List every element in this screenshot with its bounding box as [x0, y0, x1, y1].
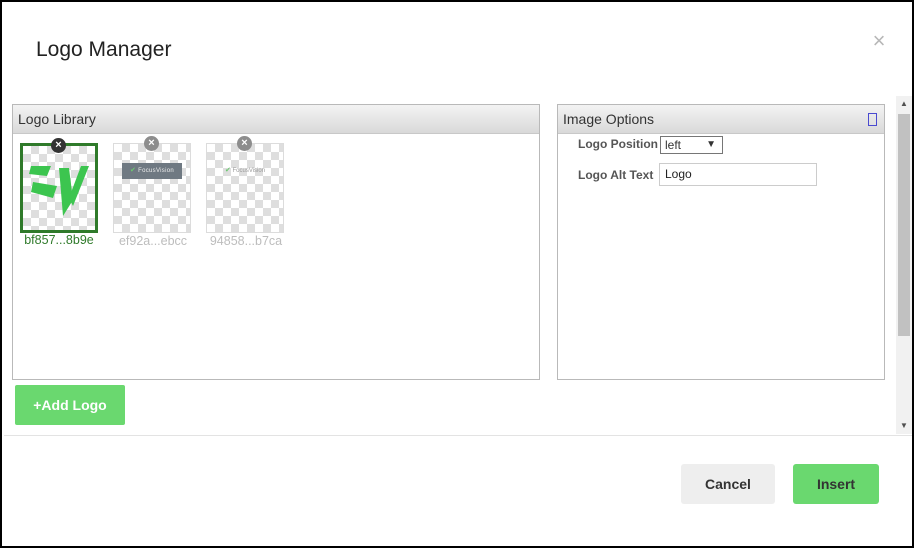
check-mark-icon: ✔ — [129, 167, 137, 174]
dialog-body: Logo Library × bf857...8b9e × ✔ FocusVis… — [4, 96, 912, 436]
focusvision-logo-mark-icon — [29, 166, 89, 216]
logo-library-panel: Logo Library × bf857...8b9e × ✔ FocusVis… — [12, 104, 540, 380]
close-icon[interactable]: × — [870, 30, 888, 52]
dropdown-arrow-icon: ▼ — [706, 139, 716, 150]
scroll-up-icon[interactable]: ▲ — [896, 96, 912, 112]
brand-text: FocusVision — [138, 168, 174, 174]
cancel-button[interactable]: Cancel — [681, 464, 775, 504]
logo-caption: ef92a...ebcc — [118, 234, 188, 248]
logo-thumbnail-2[interactable]: × ✔ FocusVision ef92a...ebcc — [113, 136, 191, 248]
brand-text: FocusVision — [232, 168, 266, 174]
logo-manager-dialog: Logo Manager × Logo Library × bf857...8b… — [0, 0, 914, 548]
check-mark-icon: ✔ — [224, 167, 231, 174]
logo-thumbnail-3[interactable]: × ✔ FocusVision 94858...b7ca — [206, 136, 284, 248]
logo-position-select[interactable]: left ▼ — [660, 136, 723, 154]
insert-button[interactable]: Insert — [793, 464, 879, 504]
logo-alt-text-input[interactable]: Logo — [659, 163, 817, 186]
scroll-down-icon[interactable]: ▼ — [896, 418, 912, 434]
delete-logo-icon[interactable]: × — [144, 136, 159, 151]
scroll-thumb[interactable] — [898, 114, 910, 336]
logo-caption: bf857...8b9e — [24, 233, 94, 247]
image-options-panel: Image Options Logo Position left ▼ Logo … — [557, 104, 885, 380]
expand-panel-icon[interactable] — [868, 113, 877, 126]
logo-library-header: Logo Library — [13, 105, 539, 134]
image-options-title: Image Options — [563, 111, 655, 127]
dialog-title: Logo Manager — [36, 38, 172, 61]
image-options-header: Image Options — [558, 105, 884, 134]
focusvision-banner-light: ✔ FocusVision — [215, 163, 275, 179]
logo-position-label: Logo Position — [578, 137, 658, 151]
logo-position-value: left — [665, 138, 682, 152]
logo-caption: 94858...b7ca — [209, 234, 283, 248]
vertical-scrollbar[interactable]: ▲ ▼ — [896, 96, 912, 434]
delete-logo-icon[interactable]: × — [237, 136, 252, 151]
logo-alt-text-label: Logo Alt Text — [578, 168, 654, 182]
logo-thumbnail-1[interactable]: × bf857...8b9e — [20, 138, 98, 247]
add-logo-button[interactable]: +Add Logo — [15, 385, 125, 425]
focusvision-banner-dark: ✔ FocusVision — [122, 163, 182, 179]
